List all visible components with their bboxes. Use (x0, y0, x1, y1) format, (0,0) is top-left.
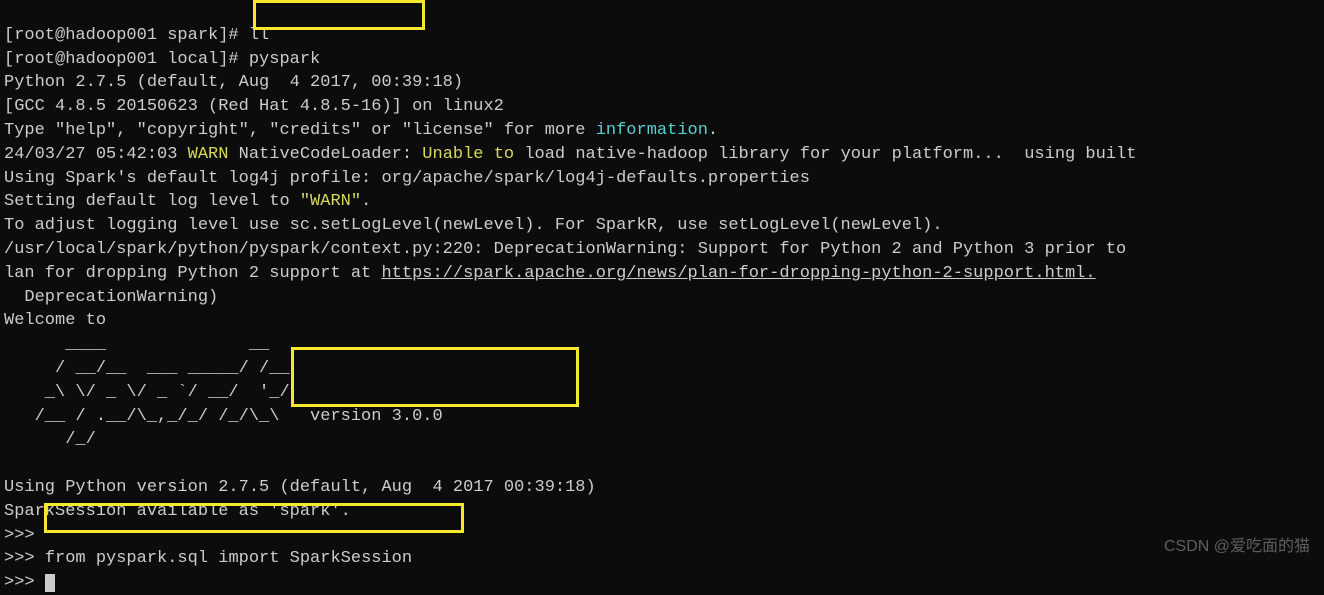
plan-line-a: lan for dropping Python 2 support at (4, 264, 381, 283)
cmd-pyspark: pyspark (249, 50, 320, 69)
sparksession-line: SparkSession available as 'spark'. (4, 502, 351, 521)
cursor (45, 574, 55, 592)
ascii-art-3: _\ \/ _ \/ _ `/ __/ '_/ (4, 383, 290, 402)
welcome-line: Welcome to (4, 311, 106, 330)
import-statement: from pyspark.sql import SparkSession (45, 549, 412, 568)
ascii-art-2: / __/__ ___ _____/ /__ (4, 359, 290, 378)
log4j-line: Using Spark's default log4j profile: org… (4, 169, 810, 188)
terminal-output[interactable]: [root@hadoop001 spark]# ll [root@hadoop0… (0, 0, 1324, 595)
ascii-art-4: /__ / .__/\_,_/_/ /_/\_\ version 3.0.0 (4, 407, 443, 426)
repl-prompt-1[interactable]: >>> (4, 526, 45, 545)
prompt-line1: [root@hadoop001 local]# (4, 50, 249, 69)
warn-label: WARN (188, 145, 229, 164)
deprecation-line: /usr/local/spark/python/pyspark/context.… (4, 240, 1126, 259)
unable-to: Unable to (422, 145, 514, 164)
cmd-ll: ll (249, 26, 269, 45)
warn-line-a: 24/03/27 05:42:03 (4, 145, 188, 164)
ascii-art-5: /_/ (4, 430, 96, 449)
help-line-a: Type "help", "copyright", "credits" or "… (4, 121, 596, 140)
information-word: information (596, 121, 708, 140)
ascii-art-1: ____ __ (4, 335, 269, 354)
help-line-b: . (708, 121, 718, 140)
warn-line-c: load native-hadoop library for your plat… (514, 145, 1136, 164)
python-version-line: Python 2.7.5 (default, Aug 4 2017, 00:39… (4, 73, 463, 92)
using-python-line: Using Python version 2.7.5 (default, Aug… (4, 478, 596, 497)
warn-line-b: NativeCodeLoader: (228, 145, 422, 164)
repl-prompt-3[interactable]: >>> (4, 573, 45, 592)
gcc-line: [GCC 4.8.5 20150623 (Red Hat 4.8.5-16)] … (4, 97, 504, 116)
deprecation-warning-line: DeprecationWarning) (4, 288, 218, 307)
line-partial-top: [root@hadoop001 spark]# (4, 26, 249, 45)
watermark-text: CSDN @爱吃面的猫 (1164, 536, 1310, 558)
repl-prompt-2[interactable]: >>> (4, 549, 45, 568)
adjust-line: To adjust logging level use sc.setLogLev… (4, 216, 943, 235)
setting-line-c: . (361, 192, 371, 211)
warn-quoted: "WARN" (300, 192, 361, 211)
setting-line-a: Setting default log level to (4, 192, 300, 211)
spark-url-link[interactable]: https://spark.apache.org/news/plan-for-d… (381, 264, 1095, 283)
